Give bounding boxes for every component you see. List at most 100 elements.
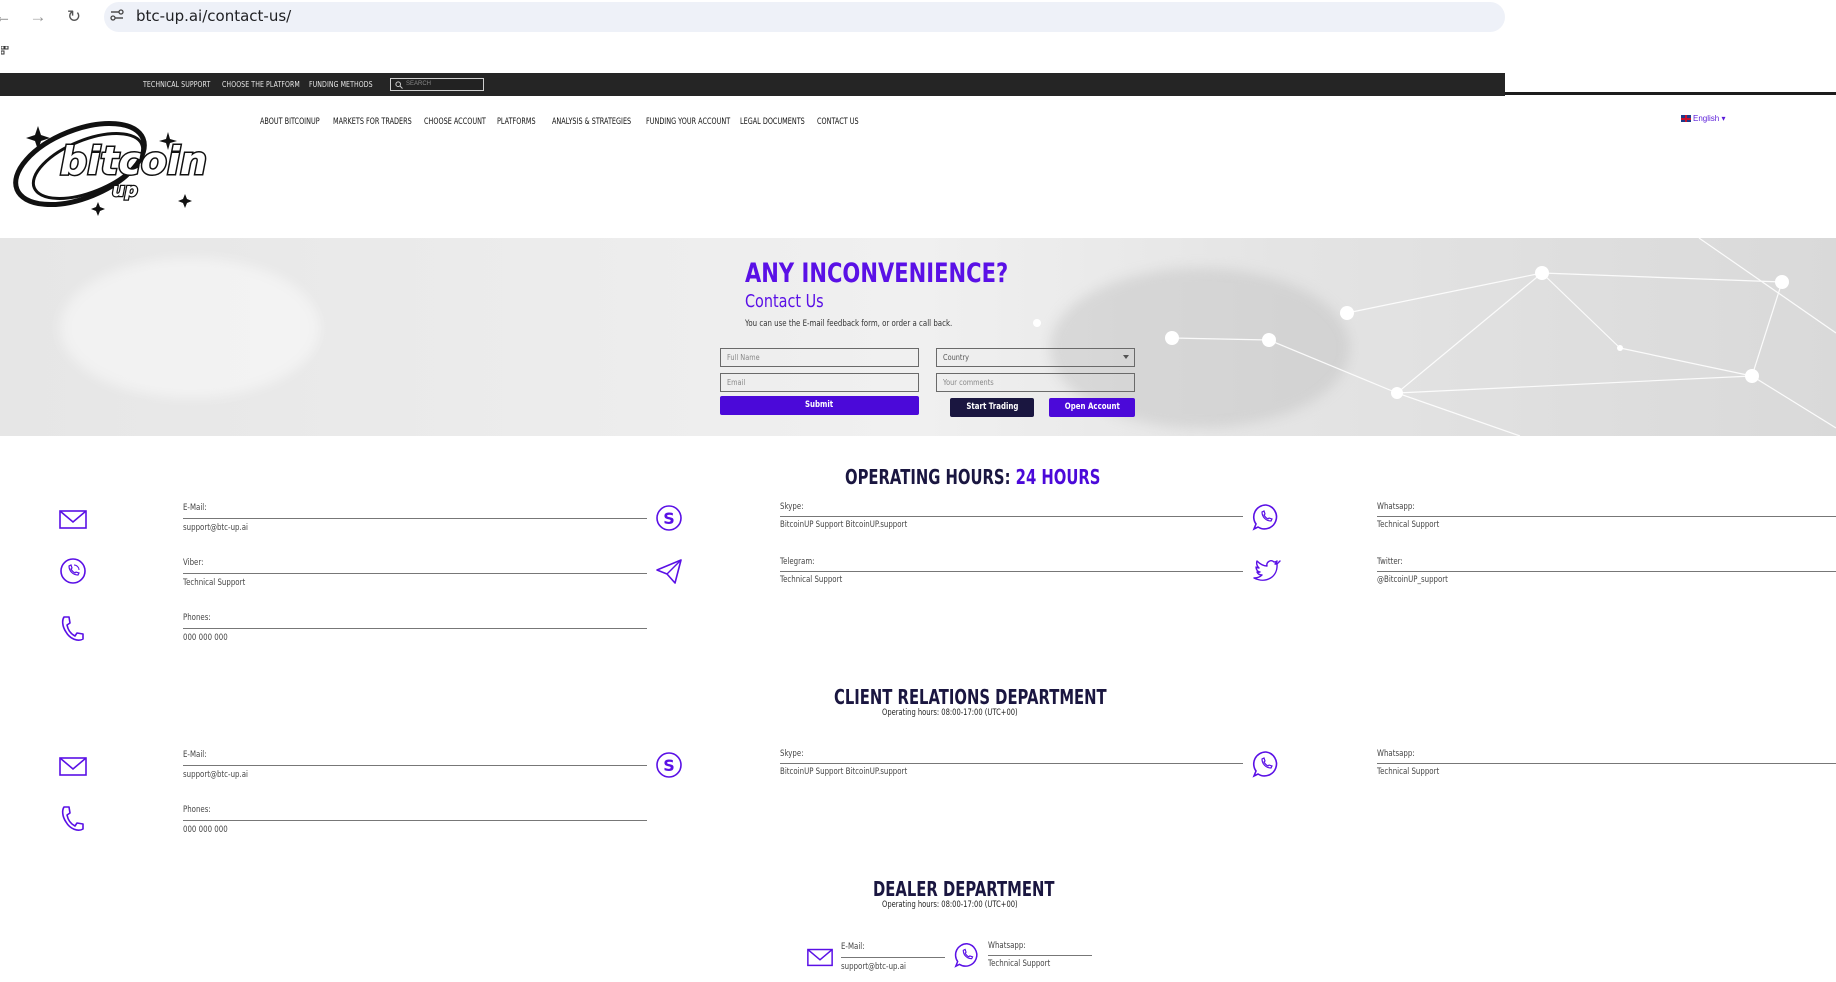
divider <box>841 957 945 958</box>
whatsapp-icon <box>1252 751 1278 778</box>
back-icon[interactable]: ← <box>0 6 14 28</box>
contact-label: Twitter: <box>1377 557 1403 567</box>
contact-label: E-Mail: <box>183 750 207 760</box>
divider <box>183 573 647 574</box>
divider <box>183 820 647 821</box>
divider <box>183 765 647 766</box>
telegram-icon <box>656 559 682 584</box>
client-relations-hours: Operating hours: 08:00-17:00 (UTC+00) <box>882 708 1018 718</box>
start-trading-button[interactable]: Start Trading <box>950 398 1034 417</box>
divider <box>183 518 647 519</box>
contact-value[interactable]: 000 000 000 <box>183 825 228 835</box>
divider <box>780 516 1243 517</box>
contact-value[interactable]: support@btc-up.ai <box>183 523 248 533</box>
full-name-input[interactable]: Full Name <box>720 348 919 367</box>
language-selector[interactable]: English ▾ <box>1681 114 1726 123</box>
dealer-hours: Operating hours: 08:00-17:00 (UTC+00) <box>882 900 1018 910</box>
divider <box>780 571 1243 572</box>
hero-subtitle: Contact Us <box>745 291 824 312</box>
nav-contact-us[interactable]: CONTACT US <box>817 117 859 127</box>
contact-value[interactable]: @BitcoinUP_support <box>1377 575 1448 585</box>
hero-title: ANY INCONVENIENCE? <box>745 258 1009 289</box>
top-utility-bar: TECHNICAL SUPPORT CHOOSE THE PLATFORM FU… <box>0 73 1505 96</box>
comments-placeholder: Your comments <box>943 378 994 387</box>
email-input[interactable]: Email <box>720 373 919 392</box>
mail-icon <box>807 948 833 967</box>
search-placeholder: SEARCH <box>406 81 432 87</box>
twitter-icon <box>1253 560 1281 581</box>
country-select[interactable]: Country <box>936 348 1135 367</box>
contact-value[interactable]: BitcoinUP Support BitcoinUP.support <box>780 767 907 777</box>
nav-funding-your-account[interactable]: FUNDING YOUR ACCOUNT <box>646 117 730 127</box>
url-text[interactable]: btc-up.ai/contact-us/ <box>136 7 291 25</box>
mail-icon <box>59 510 87 529</box>
search-icon <box>395 81 403 89</box>
divider <box>988 955 1092 956</box>
reload-icon[interactable]: ↻ <box>63 6 85 28</box>
site-info-icon[interactable] <box>110 8 124 22</box>
whatsapp-icon <box>954 943 978 968</box>
nav-analysis-strategies[interactable]: ANALYSIS & STRATEGIES <box>552 117 631 127</box>
divider <box>780 763 1243 764</box>
phone-icon <box>61 806 84 831</box>
nav-about-bitcoinup[interactable]: ABOUT BITCOINUP <box>260 117 320 127</box>
contact-value[interactable]: 000 000 000 <box>183 633 228 643</box>
comments-input[interactable]: Your comments <box>936 373 1135 392</box>
nav-choose-account[interactable]: CHOOSE ACCOUNT <box>424 117 486 127</box>
divider <box>1377 516 1836 517</box>
nav-legal-documents[interactable]: LEGAL DOCUMENTS <box>740 117 805 127</box>
phone-icon <box>61 616 84 641</box>
client-relations-title: CLIENT RELATIONS DEPARTMENT <box>834 685 1107 709</box>
contact-value[interactable]: Technical Support <box>1377 520 1439 530</box>
contact-label: Skype: <box>780 502 804 512</box>
topbar-link-choose-platform[interactable]: CHOOSE THE PLATFORM <box>222 80 300 89</box>
bitcoin-up-logo[interactable]: bitcoin up <box>8 112 208 217</box>
contact-label: Whatsapp: <box>988 941 1026 951</box>
contact-value[interactable]: Technical Support <box>780 575 842 585</box>
operating-hours-title: OPERATING HOURS: 24 HOURS <box>845 465 1101 489</box>
contact-label: Skype: <box>780 749 804 759</box>
svg-text:up: up <box>112 180 138 201</box>
contact-label: E-Mail: <box>183 503 207 513</box>
apps-icon[interactable] <box>1 46 9 60</box>
topbar-link-technical-support[interactable]: TECHNICAL SUPPORT <box>143 80 210 89</box>
viber-icon <box>60 558 86 584</box>
forward-icon[interactable]: → <box>27 6 49 28</box>
country-placeholder: Country <box>943 353 970 362</box>
contact-label: Phones: <box>183 805 211 815</box>
svg-text:bitcoin: bitcoin <box>60 139 207 183</box>
svg-text:S: S <box>663 756 675 775</box>
full-name-placeholder: Full Name <box>727 353 760 362</box>
nav-markets-for-traders[interactable]: MARKETS FOR TRADERS <box>333 117 412 127</box>
address-bar[interactable] <box>104 2 1505 32</box>
email-placeholder: Email <box>727 378 746 387</box>
submit-button[interactable]: Submit <box>720 396 919 415</box>
page-edge <box>1505 0 1836 95</box>
contact-label: Whatsapp: <box>1377 502 1415 512</box>
search-input[interactable]: SEARCH <box>390 78 484 91</box>
skype-icon: S <box>656 505 682 531</box>
nav-platforms[interactable]: PLATFORMS <box>497 117 536 127</box>
divider <box>183 628 647 629</box>
skype-icon: S <box>656 752 682 778</box>
svg-text:S: S <box>663 509 675 528</box>
contact-label: Viber: <box>183 558 204 568</box>
contact-value[interactable]: support@btc-up.ai <box>183 770 248 780</box>
contact-label: E-Mail: <box>841 942 865 952</box>
contact-label: Phones: <box>183 613 211 623</box>
contact-value[interactable]: Technical Support <box>183 578 245 588</box>
chevron-down-icon <box>1123 355 1129 359</box>
divider <box>1377 571 1836 572</box>
contact-value[interactable]: BitcoinUP Support BitcoinUP.support <box>780 520 907 530</box>
dealer-department-title: DEALER DEPARTMENT <box>873 877 1055 901</box>
whatsapp-icon <box>1252 504 1278 531</box>
divider <box>1377 763 1836 764</box>
contact-label: Telegram: <box>780 557 815 567</box>
open-account-button[interactable]: Open Account <box>1049 398 1135 417</box>
contact-label: Whatsapp: <box>1377 749 1415 759</box>
contact-value[interactable]: Technical Support <box>1377 767 1439 777</box>
hero-description: You can use the E-mail feedback form, or… <box>745 319 953 329</box>
contact-value[interactable]: support@btc-up.ai <box>841 962 906 972</box>
contact-value[interactable]: Technical Support <box>988 959 1050 969</box>
topbar-link-funding-methods[interactable]: FUNDING METHODS <box>309 80 373 89</box>
